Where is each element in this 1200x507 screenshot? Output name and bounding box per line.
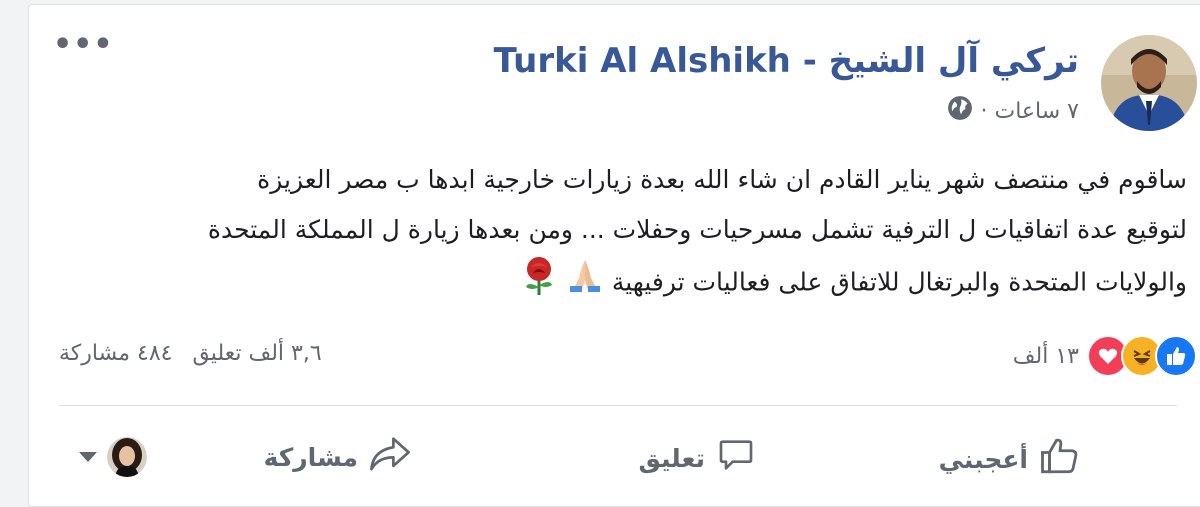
shares-count[interactable]: ٤٨٤ مشاركة xyxy=(59,341,172,366)
post-text-line: والولايات المتحدة والبرتغال للاتفاق على … xyxy=(57,255,1187,312)
post-text: ساقوم في منتصف شهر يناير القادم ان شاء ا… xyxy=(57,155,1187,312)
post-card: ••• تركي آل الشيخ - Turki Al Alshikh ٧ س… xyxy=(28,4,1200,507)
comment-button[interactable]: تعليق xyxy=(639,435,757,481)
comments-count[interactable]: ٣,٦ ألف تعليق xyxy=(192,341,321,366)
thumbs-up-icon xyxy=(1038,435,1082,483)
viewer-avatar xyxy=(107,437,147,477)
share-button[interactable]: مشاركة xyxy=(264,435,412,479)
folded-hands-emoji xyxy=(566,258,604,309)
action-bar: أعجبني تعليق مشاركة xyxy=(29,425,1200,495)
reaction-icons xyxy=(1087,335,1197,377)
post-text-line: لتوقيع عدة اتفاقيات ل الترفية تشمل مسرحي… xyxy=(207,215,1187,244)
like-reaction-icon xyxy=(1155,335,1197,377)
post-time[interactable]: ٧ ساعات · xyxy=(981,99,1080,124)
comment-icon xyxy=(715,435,757,481)
divider xyxy=(59,405,1177,406)
share-arrow-icon xyxy=(368,435,412,479)
like-label: أعجبني xyxy=(938,444,1028,474)
chevron-down-icon xyxy=(79,452,97,462)
author-avatar[interactable] xyxy=(1101,35,1197,131)
more-options-icon[interactable]: ••• xyxy=(53,30,114,60)
like-button[interactable]: أعجبني xyxy=(939,435,1082,483)
post-meta: ٧ ساعات · xyxy=(947,95,1080,127)
post-text-line-text: والولايات المتحدة والبرتغال للاتفاق على … xyxy=(611,267,1187,297)
post-text-line: ساقوم في منتصف شهر يناير القادم ان شاء ا… xyxy=(257,165,1187,194)
rose-emoji xyxy=(520,255,558,312)
author-name[interactable]: تركي آل الشيخ - Turki Al Alshikh xyxy=(494,41,1079,81)
reaction-summary[interactable]: ١٣ ألف xyxy=(1013,335,1197,377)
globe-icon[interactable] xyxy=(947,95,973,127)
comment-label: تعليق xyxy=(638,443,705,473)
reaction-count: ١٣ ألف xyxy=(1012,343,1079,369)
share-label: مشاركة xyxy=(263,442,358,472)
post-stats: ٣,٦ ألف تعليق ٤٨٤ مشاركة xyxy=(59,341,322,366)
reaction-identity-selector[interactable] xyxy=(79,437,147,477)
